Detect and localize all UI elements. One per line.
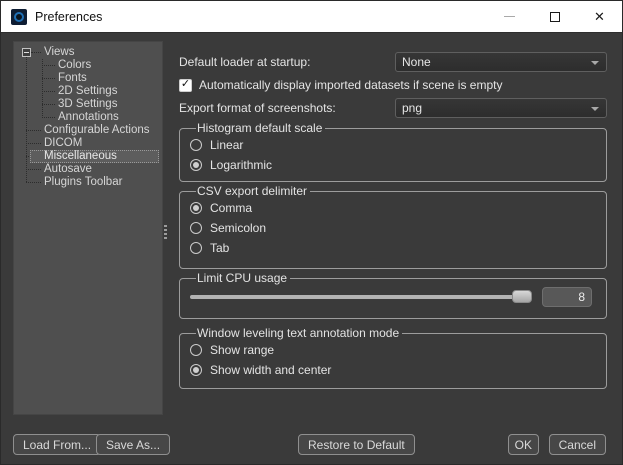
option-label: Show width and center — [210, 363, 331, 377]
tree-item-label: Colors — [55, 59, 94, 72]
tree-item-label: DICOM — [41, 137, 85, 150]
export-format-value: png — [396, 101, 422, 115]
option-show-width-center[interactable]: Show width and center — [190, 360, 598, 380]
preferences-content: Default loader at startup: None ✓ Automa… — [179, 52, 607, 389]
option-label: Comma — [210, 201, 252, 215]
cpu-slider-row: 8 — [190, 285, 598, 309]
tree-item-plugins-toolbar[interactable]: Plugins Toolbar — [14, 176, 162, 189]
option-label: Linear — [210, 138, 243, 152]
tree-item-label: Autosave — [41, 163, 95, 176]
preferences-dialog: Preferences ✕ Views Colors Fonts 2D Sett… — [0, 0, 623, 465]
auto-display-option[interactable]: ✓ Automatically display imported dataset… — [179, 78, 607, 92]
default-loader-label: Default loader at startup: — [179, 55, 310, 69]
close-icon: ✕ — [594, 10, 605, 23]
cpu-usage-group: Limit CPU usage 8 — [179, 271, 607, 319]
close-button[interactable]: ✕ — [577, 1, 622, 32]
radio-unchecked-icon — [190, 344, 202, 356]
load-from-button[interactable]: Load From... — [13, 434, 101, 455]
tree-item-annotations[interactable]: Annotations — [14, 111, 162, 124]
app-icon — [11, 9, 27, 25]
chevron-down-icon — [591, 61, 599, 65]
window-title: Preferences — [35, 10, 102, 24]
tree-item-autosave[interactable]: Autosave — [14, 163, 162, 176]
tree-item-views[interactable]: Views — [14, 46, 162, 59]
cpu-usage-title: Limit CPU usage — [196, 271, 290, 285]
tree-item-miscellaneous[interactable]: Miscellaneous — [14, 150, 162, 163]
tree-item-2d-settings[interactable]: 2D Settings — [14, 85, 162, 98]
default-loader-row: Default loader at startup: None — [179, 52, 607, 72]
radio-checked-icon — [190, 364, 202, 376]
auto-display-label: Automatically display imported datasets … — [199, 78, 502, 92]
window-leveling-title: Window leveling text annotation mode — [196, 326, 402, 340]
option-comma[interactable]: Comma — [190, 198, 598, 218]
chevron-down-icon — [591, 107, 599, 111]
settings-tree: Views Colors Fonts 2D Settings 3D Settin… — [13, 41, 163, 415]
splitter-handle[interactable] — [164, 225, 167, 239]
export-format-row: Export format of screenshots: png — [179, 98, 607, 118]
tree-item-label: Plugins Toolbar — [41, 176, 125, 189]
option-linear[interactable]: Linear — [190, 135, 598, 155]
tree-item-dicom[interactable]: DICOM — [14, 137, 162, 150]
option-tab[interactable]: Tab — [190, 238, 598, 258]
default-loader-value: None — [396, 55, 431, 69]
tree-item-label: Miscellaneous — [41, 150, 120, 163]
option-label: Tab — [210, 241, 229, 255]
histogram-scale-group: Histogram default scale Linear Logarithm… — [179, 121, 607, 182]
tree-item-label: 3D Settings — [55, 98, 120, 111]
csv-delimiter-group: CSV export delimiter Comma Semicolon Tab — [179, 184, 607, 269]
cancel-button[interactable]: Cancel — [549, 434, 606, 455]
export-format-select[interactable]: png — [395, 98, 607, 118]
option-label: Show range — [210, 343, 274, 357]
tree-collapse-icon[interactable] — [22, 48, 31, 57]
cpu-value-field[interactable]: 8 — [542, 287, 592, 307]
radio-unchecked-icon — [190, 222, 202, 234]
option-label: Semicolon — [210, 221, 266, 235]
option-logarithmic[interactable]: Logarithmic — [190, 155, 598, 175]
export-format-label: Export format of screenshots: — [179, 101, 336, 115]
radio-unchecked-icon — [190, 139, 202, 151]
tree-item-configurable-actions[interactable]: Configurable Actions — [14, 124, 162, 137]
check-icon: ✓ — [181, 79, 190, 90]
titlebar[interactable]: Preferences ✕ — [1, 1, 622, 33]
default-loader-select[interactable]: None — [395, 52, 607, 72]
option-semicolon[interactable]: Semicolon — [190, 218, 598, 238]
option-show-range[interactable]: Show range — [190, 340, 598, 360]
tree-item-label: Views — [41, 46, 77, 59]
blue-ring-icon — [14, 12, 24, 22]
dialog-footer: Load From... Save As... Restore to Defau… — [1, 434, 622, 456]
tree-item-label: Configurable Actions — [41, 124, 152, 137]
tree-item-label: Annotations — [55, 111, 122, 124]
tree-item-label: 2D Settings — [55, 85, 120, 98]
cpu-slider[interactable] — [190, 290, 532, 304]
ok-button[interactable]: OK — [508, 434, 539, 455]
tree-item-label: Fonts — [55, 72, 90, 85]
option-label: Logarithmic — [210, 158, 272, 172]
window-leveling-group: Window leveling text annotation mode Sho… — [179, 326, 607, 389]
tree-item-fonts[interactable]: Fonts — [14, 72, 162, 85]
tree-item-colors[interactable]: Colors — [14, 59, 162, 72]
maximize-icon — [550, 12, 560, 22]
tree-item-3d-settings[interactable]: 3D Settings — [14, 98, 162, 111]
cpu-value: 8 — [578, 290, 585, 304]
auto-display-checkbox[interactable]: ✓ — [179, 79, 192, 92]
maximize-button[interactable] — [532, 1, 577, 32]
save-as-button[interactable]: Save As... — [96, 434, 170, 455]
slider-track[interactable] — [190, 295, 532, 299]
minimize-button[interactable] — [487, 1, 532, 32]
restore-default-button[interactable]: Restore to Default — [298, 434, 415, 455]
radio-checked-icon — [190, 202, 202, 214]
csv-delimiter-title: CSV export delimiter — [196, 184, 310, 198]
histogram-scale-title: Histogram default scale — [196, 121, 325, 135]
slider-handle[interactable] — [512, 290, 532, 303]
radio-checked-icon — [190, 159, 202, 171]
minimize-icon — [504, 16, 515, 17]
radio-unchecked-icon — [190, 242, 202, 254]
